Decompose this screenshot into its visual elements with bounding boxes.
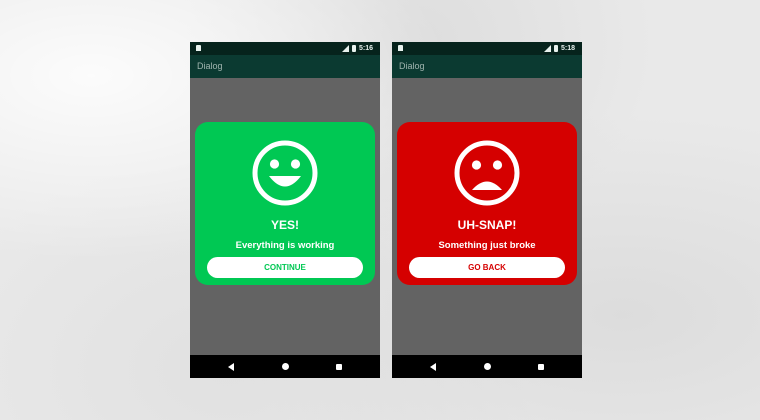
error-dialog: UH-SNAP! Something just broke GO BACK — [397, 122, 577, 285]
status-bar: 5:16 — [190, 42, 380, 55]
sad-face-icon — [454, 140, 520, 206]
back-button[interactable] — [421, 355, 445, 378]
recents-button[interactable] — [529, 355, 553, 378]
battery-icon — [351, 45, 356, 52]
status-indicators: 5:18 — [543, 42, 575, 55]
dialog-message: Something just broke — [438, 240, 536, 251]
app-bar-title: Dialog — [399, 61, 425, 71]
back-button[interactable] — [219, 355, 243, 378]
recents-button[interactable] — [327, 355, 351, 378]
continue-button[interactable]: CONTINUE — [207, 257, 363, 278]
dialog-title: YES! — [270, 218, 299, 232]
happy-face-icon — [252, 140, 318, 206]
signal-icon — [543, 45, 551, 52]
dialog-title: UH-SNAP! — [457, 218, 517, 232]
back-icon — [228, 362, 234, 371]
home-button[interactable] — [475, 355, 499, 378]
app-bar: Dialog — [392, 55, 582, 78]
go-back-button[interactable]: GO BACK — [409, 257, 565, 278]
status-time: 5:18 — [560, 45, 575, 52]
dialog-message: Everything is working — [235, 240, 335, 251]
battery-icon — [553, 45, 558, 52]
app-bar-title: Dialog — [197, 61, 223, 71]
status-bar: 5:18 — [392, 42, 582, 55]
back-icon — [430, 362, 436, 371]
home-button[interactable] — [273, 355, 297, 378]
success-dialog: YES! Everything is working CONTINUE — [195, 122, 375, 285]
app-bar: Dialog — [190, 55, 380, 78]
status-indicators: 5:16 — [341, 42, 373, 55]
signal-icon — [341, 45, 349, 52]
phone-screen-success: 5:16 Dialog YES! Everything is working C… — [190, 42, 380, 378]
phone-screen-error: 5:18 Dialog UH-SNAP! Something just brok… — [392, 42, 582, 378]
home-icon — [483, 363, 491, 370]
navigation-bar — [392, 355, 582, 378]
sd-card-icon — [196, 45, 201, 51]
navigation-bar — [190, 355, 380, 378]
sd-card-icon — [398, 45, 403, 51]
status-time: 5:16 — [358, 45, 373, 52]
recents-icon — [538, 363, 544, 370]
recents-icon — [336, 363, 342, 370]
home-icon — [281, 363, 289, 370]
